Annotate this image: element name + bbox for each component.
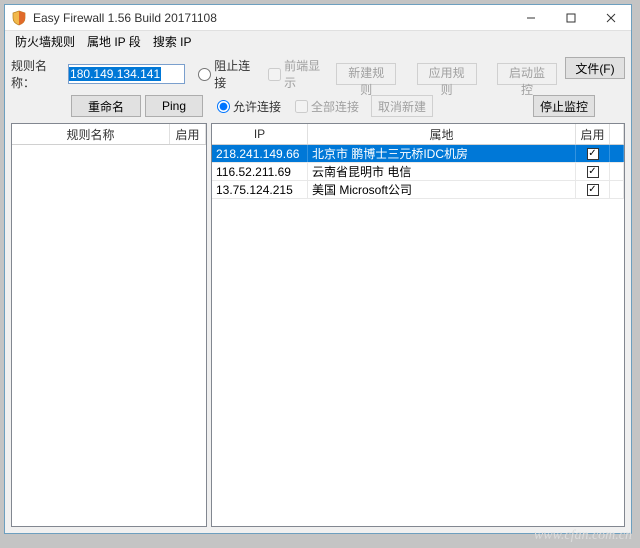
cell-ip: 13.75.124.215 bbox=[212, 181, 308, 198]
cancel-new-button[interactable]: 取消新建 bbox=[371, 95, 433, 117]
col-rule-enable[interactable]: 启用 bbox=[170, 124, 206, 144]
cell-geo: 美国 Microsoft公司 bbox=[308, 181, 576, 198]
cell-enable[interactable]: ✓ bbox=[576, 163, 610, 180]
close-button[interactable] bbox=[591, 5, 631, 30]
cell-spacer bbox=[610, 181, 624, 198]
toolbar-row-1: 规则名称： 180.149.134.141 阻止连接 前端显示 新建规则 应用规… bbox=[5, 51, 631, 93]
rules-panel: 规则名称 启用 bbox=[11, 123, 207, 527]
ping-button[interactable]: Ping bbox=[145, 95, 203, 117]
checkbox-icon[interactable]: ✓ bbox=[587, 166, 599, 178]
cell-enable[interactable]: ✓ bbox=[576, 145, 610, 162]
radio-allow-connection[interactable]: 允许连接 bbox=[217, 98, 281, 115]
minimize-button[interactable] bbox=[511, 5, 551, 30]
apply-rule-button[interactable]: 应用规则 bbox=[417, 63, 477, 85]
ip-panel: IP 属地 启用 218.241.149.66北京市 鹏博士三元桥IDC机房✓1… bbox=[211, 123, 625, 527]
cell-enable[interactable]: ✓ bbox=[576, 181, 610, 198]
toolbar-row-2: 重命名 Ping 允许连接 全部连接 取消新建 停止监控 bbox=[5, 93, 631, 123]
checkbox-icon[interactable]: ✓ bbox=[587, 148, 599, 160]
cell-spacer bbox=[610, 145, 624, 162]
start-monitor-button[interactable]: 启动监控 bbox=[497, 63, 557, 85]
rules-grid-header: 规则名称 启用 bbox=[12, 124, 206, 145]
cell-geo: 云南省昆明市 电信 bbox=[308, 163, 576, 180]
rules-grid-body[interactable] bbox=[12, 145, 206, 526]
stop-monitor-button[interactable]: 停止监控 bbox=[533, 95, 595, 117]
ip-grid-body[interactable]: 218.241.149.66北京市 鹏博士三元桥IDC机房✓116.52.211… bbox=[212, 145, 624, 526]
rename-button[interactable]: 重命名 bbox=[71, 95, 141, 117]
menu-geo-ip[interactable]: 属地 IP 段 bbox=[83, 31, 145, 52]
checkbox-all-connections[interactable]: 全部连接 bbox=[295, 98, 359, 115]
cell-ip: 218.241.149.66 bbox=[212, 145, 308, 162]
file-button[interactable]: 文件(F) bbox=[565, 57, 625, 79]
window-buttons bbox=[511, 5, 631, 30]
menu-bar: 防火墙规则 属地 IP 段 搜索 IP bbox=[5, 31, 631, 51]
col-rule-name[interactable]: 规则名称 bbox=[12, 124, 170, 144]
title-bar: Easy Firewall 1.56 Build 20171108 bbox=[5, 5, 631, 31]
window-title: Easy Firewall 1.56 Build 20171108 bbox=[33, 11, 511, 25]
table-row[interactable]: 116.52.211.69云南省昆明市 电信 ✓ bbox=[212, 163, 624, 181]
cell-geo: 北京市 鹏博士三元桥IDC机房 bbox=[308, 145, 576, 162]
ip-grid-header: IP 属地 启用 bbox=[212, 124, 624, 145]
app-icon bbox=[11, 10, 27, 26]
radio-block-connection[interactable]: 阻止连接 bbox=[198, 57, 255, 91]
new-rule-button[interactable]: 新建规则 bbox=[336, 63, 396, 85]
checkbox-front-display[interactable]: 前端显示 bbox=[268, 57, 325, 91]
cell-spacer bbox=[610, 163, 624, 180]
main-body: 规则名称 启用 IP 属地 启用 218.241.149.66北京市 鹏博士三元… bbox=[5, 123, 631, 533]
menu-search-ip[interactable]: 搜索 IP bbox=[149, 31, 196, 52]
col-ip[interactable]: IP bbox=[212, 124, 308, 144]
col-geo[interactable]: 属地 bbox=[308, 124, 576, 144]
col-spacer bbox=[610, 124, 624, 144]
table-row[interactable]: 218.241.149.66北京市 鹏博士三元桥IDC机房 ✓ bbox=[212, 145, 624, 163]
col-ip-enable[interactable]: 启用 bbox=[576, 124, 610, 144]
maximize-button[interactable] bbox=[551, 5, 591, 30]
rule-name-input[interactable]: 180.149.134.141 bbox=[68, 64, 185, 84]
menu-firewall-rules[interactable]: 防火墙规则 bbox=[11, 31, 79, 52]
checkbox-icon[interactable]: ✓ bbox=[587, 184, 599, 196]
table-row[interactable]: 13.75.124.215美国 Microsoft公司 ✓ bbox=[212, 181, 624, 199]
rule-name-label: 规则名称： bbox=[11, 57, 64, 91]
cell-ip: 116.52.211.69 bbox=[212, 163, 308, 180]
app-window: Easy Firewall 1.56 Build 20171108 防火墙规则 … bbox=[4, 4, 632, 534]
